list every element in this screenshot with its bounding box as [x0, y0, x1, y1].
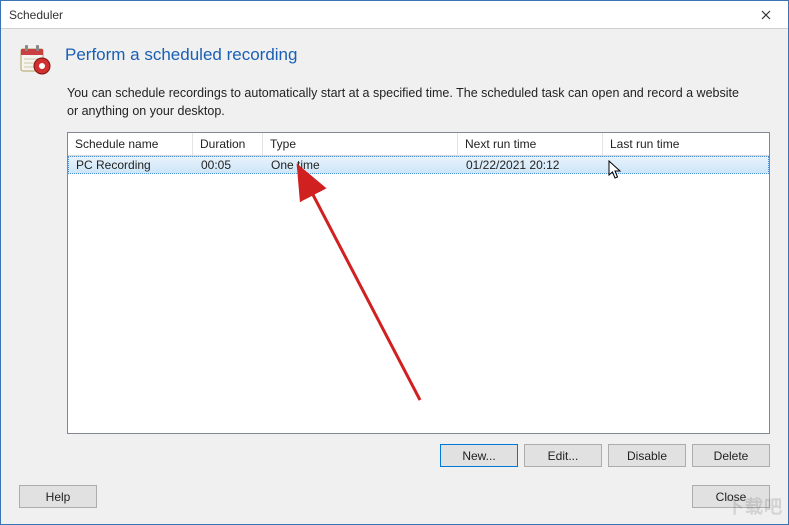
cell-duration: 00:05	[194, 158, 264, 172]
table-header-row: Schedule name Duration Type Next run tim…	[68, 133, 769, 156]
close-button[interactable]: Close	[692, 485, 770, 508]
table-row[interactable]: PC Recording 00:05 One time 01/22/2021 2…	[68, 156, 769, 174]
column-header-name[interactable]: Schedule name	[68, 133, 193, 155]
close-icon	[761, 10, 771, 20]
help-button[interactable]: Help	[19, 485, 97, 508]
cell-name: PC Recording	[69, 158, 194, 172]
column-header-next-run[interactable]: Next run time	[458, 133, 603, 155]
window-title: Scheduler	[9, 8, 744, 22]
column-header-type[interactable]: Type	[263, 133, 458, 155]
delete-button[interactable]: Delete	[692, 444, 770, 467]
schedule-table: Schedule name Duration Type Next run tim…	[67, 132, 770, 434]
cell-type: One time	[264, 158, 459, 172]
edit-button[interactable]: Edit...	[524, 444, 602, 467]
calendar-recording-icon	[19, 43, 51, 75]
bottom-button-row: Help Close	[19, 485, 770, 508]
new-button[interactable]: New...	[440, 444, 518, 467]
header-row: Perform a scheduled recording	[19, 43, 770, 75]
column-header-duration[interactable]: Duration	[193, 133, 263, 155]
titlebar: Scheduler	[1, 1, 788, 29]
action-button-row: New... Edit... Disable Delete	[67, 444, 770, 467]
description-text: You can schedule recordings to automatic…	[67, 85, 747, 120]
column-header-last-run[interactable]: Last run time	[603, 133, 769, 155]
page-title: Perform a scheduled recording	[65, 43, 297, 65]
cell-next-run: 01/22/2021 20:12	[459, 158, 604, 172]
scheduler-window: Scheduler Perform a scheduled recording …	[0, 0, 789, 525]
window-close-button[interactable]	[744, 1, 788, 29]
content-area: Perform a scheduled recording You can sc…	[1, 29, 788, 524]
disable-button[interactable]: Disable	[608, 444, 686, 467]
table-body: PC Recording 00:05 One time 01/22/2021 2…	[68, 156, 769, 433]
